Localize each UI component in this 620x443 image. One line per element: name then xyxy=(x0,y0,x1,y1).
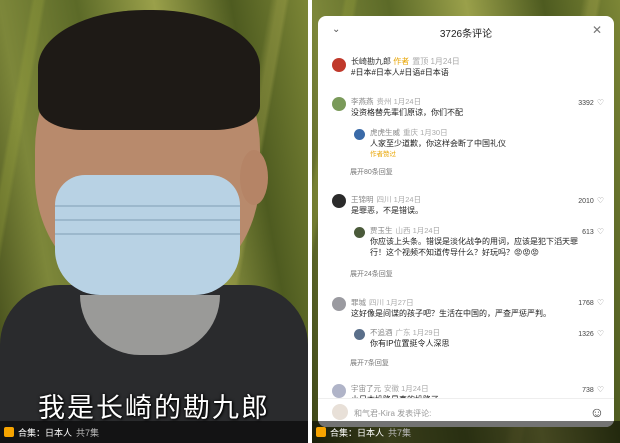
heart-icon: ♡ xyxy=(596,298,604,307)
avatar[interactable] xyxy=(332,384,346,398)
heart-icon: ♡ xyxy=(596,385,604,394)
face-mask xyxy=(55,175,240,295)
comments-title: 3726条评论 xyxy=(439,29,493,40)
author-comment[interactable]: 长崎勘九郎 作者 置顶 1月24日 #日本#日本人#日语#日本语 xyxy=(351,56,460,78)
comment-item[interactable]: 罪城 四川 1月27日 这好像是间谍的孩子吧？生活在中国的，严查严惩严判。 xyxy=(351,297,551,319)
expand-replies[interactable]: 展开7条回复 xyxy=(350,358,389,369)
avatar xyxy=(332,404,348,420)
author-name: 长崎勘九郎 xyxy=(351,57,391,66)
left-video[interactable]: 我是长崎的勘九郎 合集：日本人 共7集 xyxy=(0,0,308,443)
avatar[interactable] xyxy=(332,194,346,208)
collection-bar[interactable]: 合集：日本人 共7集 xyxy=(0,421,308,443)
comments-panel: ⌄ 3726条评论 ✕ 长崎勘九郎 作者 置顶 1月24日 #日本#日本人#日语#… xyxy=(318,16,614,427)
avatar[interactable] xyxy=(332,297,346,311)
author-liked-badge: 作者赞过 xyxy=(370,151,396,158)
comment-meta: 置顶 1月24日 xyxy=(412,57,460,66)
collection-count: 共7集 xyxy=(76,427,100,438)
avatar[interactable] xyxy=(354,129,365,140)
emoji-icon[interactable]: ☺ xyxy=(590,404,604,420)
like-button[interactable]: 613 ♡ xyxy=(582,227,604,236)
collection-icon xyxy=(316,427,326,437)
person-ear xyxy=(240,150,268,205)
like-button[interactable]: 1326 ♡ xyxy=(578,329,604,338)
author-tag: 作者 xyxy=(393,57,410,66)
collection-label: 合集：日本人 xyxy=(18,427,73,438)
collection-bar[interactable]: 合集：日本人 共7集 xyxy=(312,421,620,443)
close-icon[interactable]: ✕ xyxy=(592,23,602,37)
heart-icon: ♡ xyxy=(596,329,604,338)
person-hair xyxy=(38,10,260,130)
collection-label: 合集：日本人 xyxy=(330,427,385,438)
expand-replies[interactable]: 展开80条回复 xyxy=(350,167,393,178)
comment-item[interactable]: 李燕燕 贵州 1月24日 没资格替先辈们原谅，你们不配 xyxy=(351,96,463,118)
heart-icon: ♡ xyxy=(596,98,604,107)
expand-replies[interactable]: 展开24条回复 xyxy=(350,269,393,280)
right-video[interactable]: ⌄ 3726条评论 ✕ 长崎勘九郎 作者 置顶 1月24日 #日本#日本人#日语#… xyxy=(312,0,620,443)
avatar[interactable] xyxy=(332,58,346,72)
reply-item[interactable]: 不追酒 广东 1月29日 你有IP位置挺令人深思 xyxy=(370,327,450,349)
like-button[interactable]: 2010 ♡ xyxy=(578,196,604,205)
avatar[interactable] xyxy=(354,227,365,238)
like-button[interactable]: 738 ♡ xyxy=(582,385,604,394)
comment-text: #日本#日本人#日语#日本语 xyxy=(351,68,449,77)
reply-item[interactable]: 贾玉生 山西 1月24日 你应该上头条。错误是淡化战争的用词，应该是犯下滔天罪 行… xyxy=(370,225,578,258)
heart-icon: ♡ xyxy=(596,227,604,236)
reply-item[interactable]: 虎虎生威 重庆 1月30日 人家至少道歉，你这样会断了中国礼仪 作者赞过 xyxy=(370,127,506,160)
video-subtitle: 我是长崎的勘九郎 xyxy=(38,393,270,423)
collection-count: 共7集 xyxy=(388,427,412,438)
comment-input[interactable]: 和气君-Kira 发表评论: xyxy=(354,408,431,419)
collection-icon xyxy=(4,427,14,437)
comment-item[interactable]: 王锦明 四川 1月24日 是罪恶，不是错误。 xyxy=(351,194,423,216)
like-button[interactable]: 3392 ♡ xyxy=(578,98,604,107)
avatar[interactable] xyxy=(354,329,365,340)
heart-icon: ♡ xyxy=(596,196,604,205)
avatar[interactable] xyxy=(332,97,346,111)
like-button[interactable]: 1768 ♡ xyxy=(578,298,604,307)
